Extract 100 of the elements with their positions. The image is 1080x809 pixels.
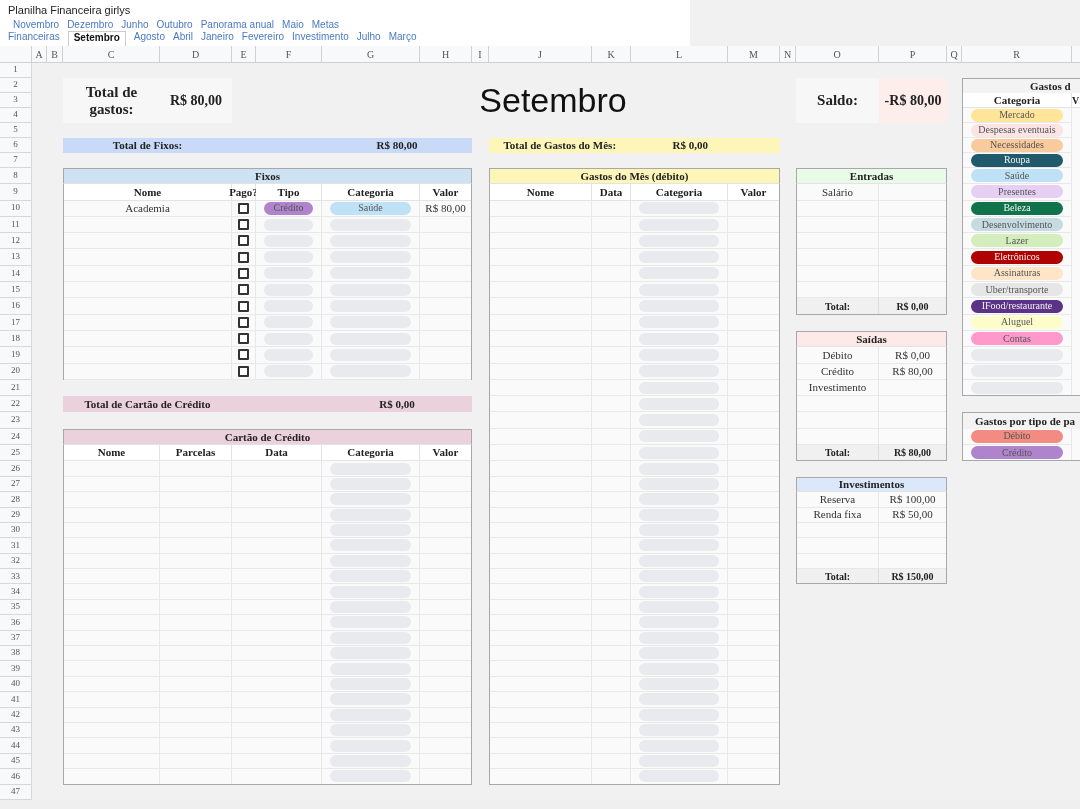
row-number[interactable]: 1 [0, 63, 32, 78]
row-number[interactable]: 39 [0, 661, 32, 677]
sheet-tab[interactable]: Agosto [133, 31, 165, 46]
column-header: Categoria [322, 445, 420, 462]
row-number[interactable]: 9 [0, 184, 32, 201]
row-number[interactable]: 19 [0, 347, 32, 364]
table-title: Cartão de Crédito [63, 428, 472, 446]
column-header[interactable]: N [780, 46, 796, 63]
row-number[interactable]: 28 [0, 492, 32, 508]
row-number[interactable]: 8 [0, 168, 32, 185]
column-header[interactable]: B [47, 46, 63, 63]
checkbox[interactable] [238, 251, 249, 263]
row-number[interactable]: 2 [0, 78, 32, 93]
table-title: Fixos [63, 168, 472, 185]
sheet-tab[interactable]: Junho [121, 19, 149, 31]
checkbox[interactable] [238, 349, 249, 361]
row-number[interactable]: 25 [0, 445, 32, 462]
sheet-tab[interactable]: Maio [282, 19, 304, 31]
total-value: R$ 0,00 [672, 138, 708, 154]
total-value: R$ 80,00 [879, 445, 946, 461]
row-number[interactable]: 5 [0, 123, 32, 138]
column-header[interactable]: F [256, 46, 322, 63]
row-number[interactable]: 44 [0, 738, 32, 754]
column-header[interactable]: H [420, 46, 472, 63]
sheet-tab[interactable]: Julho [356, 31, 381, 46]
column-header[interactable]: J [489, 46, 592, 63]
category-chip[interactable]: Contas [971, 332, 1063, 346]
column-header[interactable]: Q [947, 46, 962, 63]
column-header[interactable] [1072, 46, 1080, 63]
column-header[interactable]: I [472, 46, 489, 63]
column-header[interactable]: O [796, 46, 879, 63]
select-all-corner[interactable] [0, 46, 32, 63]
row-number[interactable]: 36 [0, 615, 32, 631]
sheet-tab[interactable]: Novembro [13, 19, 60, 31]
column-header: Parcelas [160, 445, 232, 462]
sheet-tab[interactable]: Setembro [67, 31, 126, 46]
row-number[interactable]: 34 [0, 584, 32, 600]
category-chip[interactable]: Desenvolvimento [971, 218, 1063, 232]
table-cell: Reserva [797, 492, 879, 508]
row-number[interactable]: 16 [0, 298, 32, 315]
checkbox[interactable] [238, 235, 249, 247]
sheet-tab[interactable]: Dezembro [67, 19, 114, 31]
table-cell: Crédito [797, 363, 879, 380]
sheet-tab[interactable]: Metas [311, 19, 339, 31]
total-value: R$ 0,00 [879, 298, 946, 314]
category-chip[interactable]: Presentes [971, 185, 1063, 199]
table-cell: R$ 100,00 [879, 492, 946, 508]
row-number[interactable]: 31 [0, 538, 32, 554]
row-number[interactable]: 4 [0, 108, 32, 123]
column-header[interactable]: K [592, 46, 631, 63]
checkbox[interactable] [238, 284, 249, 296]
column-header[interactable]: R [962, 46, 1072, 63]
sheet-tab[interactable]: Outubro [156, 19, 193, 31]
column-header[interactable]: M [728, 46, 780, 63]
column-header: Valor [420, 184, 471, 201]
row-number[interactable]: 41 [0, 692, 32, 708]
column-header[interactable]: P [879, 46, 947, 63]
table-cell: Renda fixa [797, 507, 879, 523]
row-number[interactable]: 23 [0, 412, 32, 429]
row-number[interactable]: 46 [0, 769, 32, 785]
checkbox[interactable] [238, 202, 249, 214]
checkbox[interactable] [238, 300, 249, 312]
column-header[interactable]: D [160, 46, 232, 63]
column-header[interactable]: C [63, 46, 160, 63]
dropdown-chip[interactable] [330, 770, 411, 783]
category-chip[interactable]: Saúde [971, 169, 1063, 183]
category-chip[interactable]: Lazer [971, 234, 1063, 248]
row-number[interactable]: 13 [0, 249, 32, 266]
row-number[interactable]: 33 [0, 569, 32, 585]
sheet-tab[interactable]: Janeiro [201, 31, 234, 46]
column-header: Categoria [322, 184, 420, 201]
sheet-tab[interactable]: Financeiras [8, 31, 60, 46]
checkbox[interactable] [238, 316, 249, 328]
checkbox[interactable] [238, 333, 249, 345]
sheet-tab[interactable]: Abril [172, 31, 193, 46]
dropdown-chip[interactable] [639, 770, 719, 783]
category-chip[interactable]: Uber/transporte [971, 283, 1063, 297]
column-header[interactable]: L [631, 46, 728, 63]
sheet-tab[interactable]: Investimento [292, 31, 349, 46]
row-number[interactable]: 15 [0, 282, 32, 299]
checkbox[interactable] [238, 365, 249, 377]
row-number[interactable]: 3 [0, 93, 32, 108]
column-header[interactable]: G [322, 46, 420, 63]
row-number[interactable]: 22 [0, 396, 32, 413]
sheet-tab[interactable]: Panorama anual [200, 19, 275, 31]
sheet-tab[interactable]: Março [388, 31, 417, 46]
row-number[interactable]: 6 [0, 138, 32, 153]
saldo-label: Saldo: [796, 78, 879, 123]
column-header[interactable]: A [32, 46, 47, 63]
column-header[interactable]: E [232, 46, 256, 63]
total-label: Total: [797, 445, 879, 461]
row-number[interactable]: 26 [0, 461, 32, 477]
row-number[interactable]: 7 [0, 153, 32, 168]
checkbox[interactable] [238, 267, 249, 279]
table-cell [160, 461, 232, 477]
row-number[interactable]: 38 [0, 646, 32, 662]
checkbox[interactable] [238, 219, 249, 231]
sheet-tab[interactable]: Fevereiro [241, 31, 285, 46]
table-cell: R$ 80,00 [420, 200, 471, 217]
row-number[interactable]: 12 [0, 233, 32, 250]
